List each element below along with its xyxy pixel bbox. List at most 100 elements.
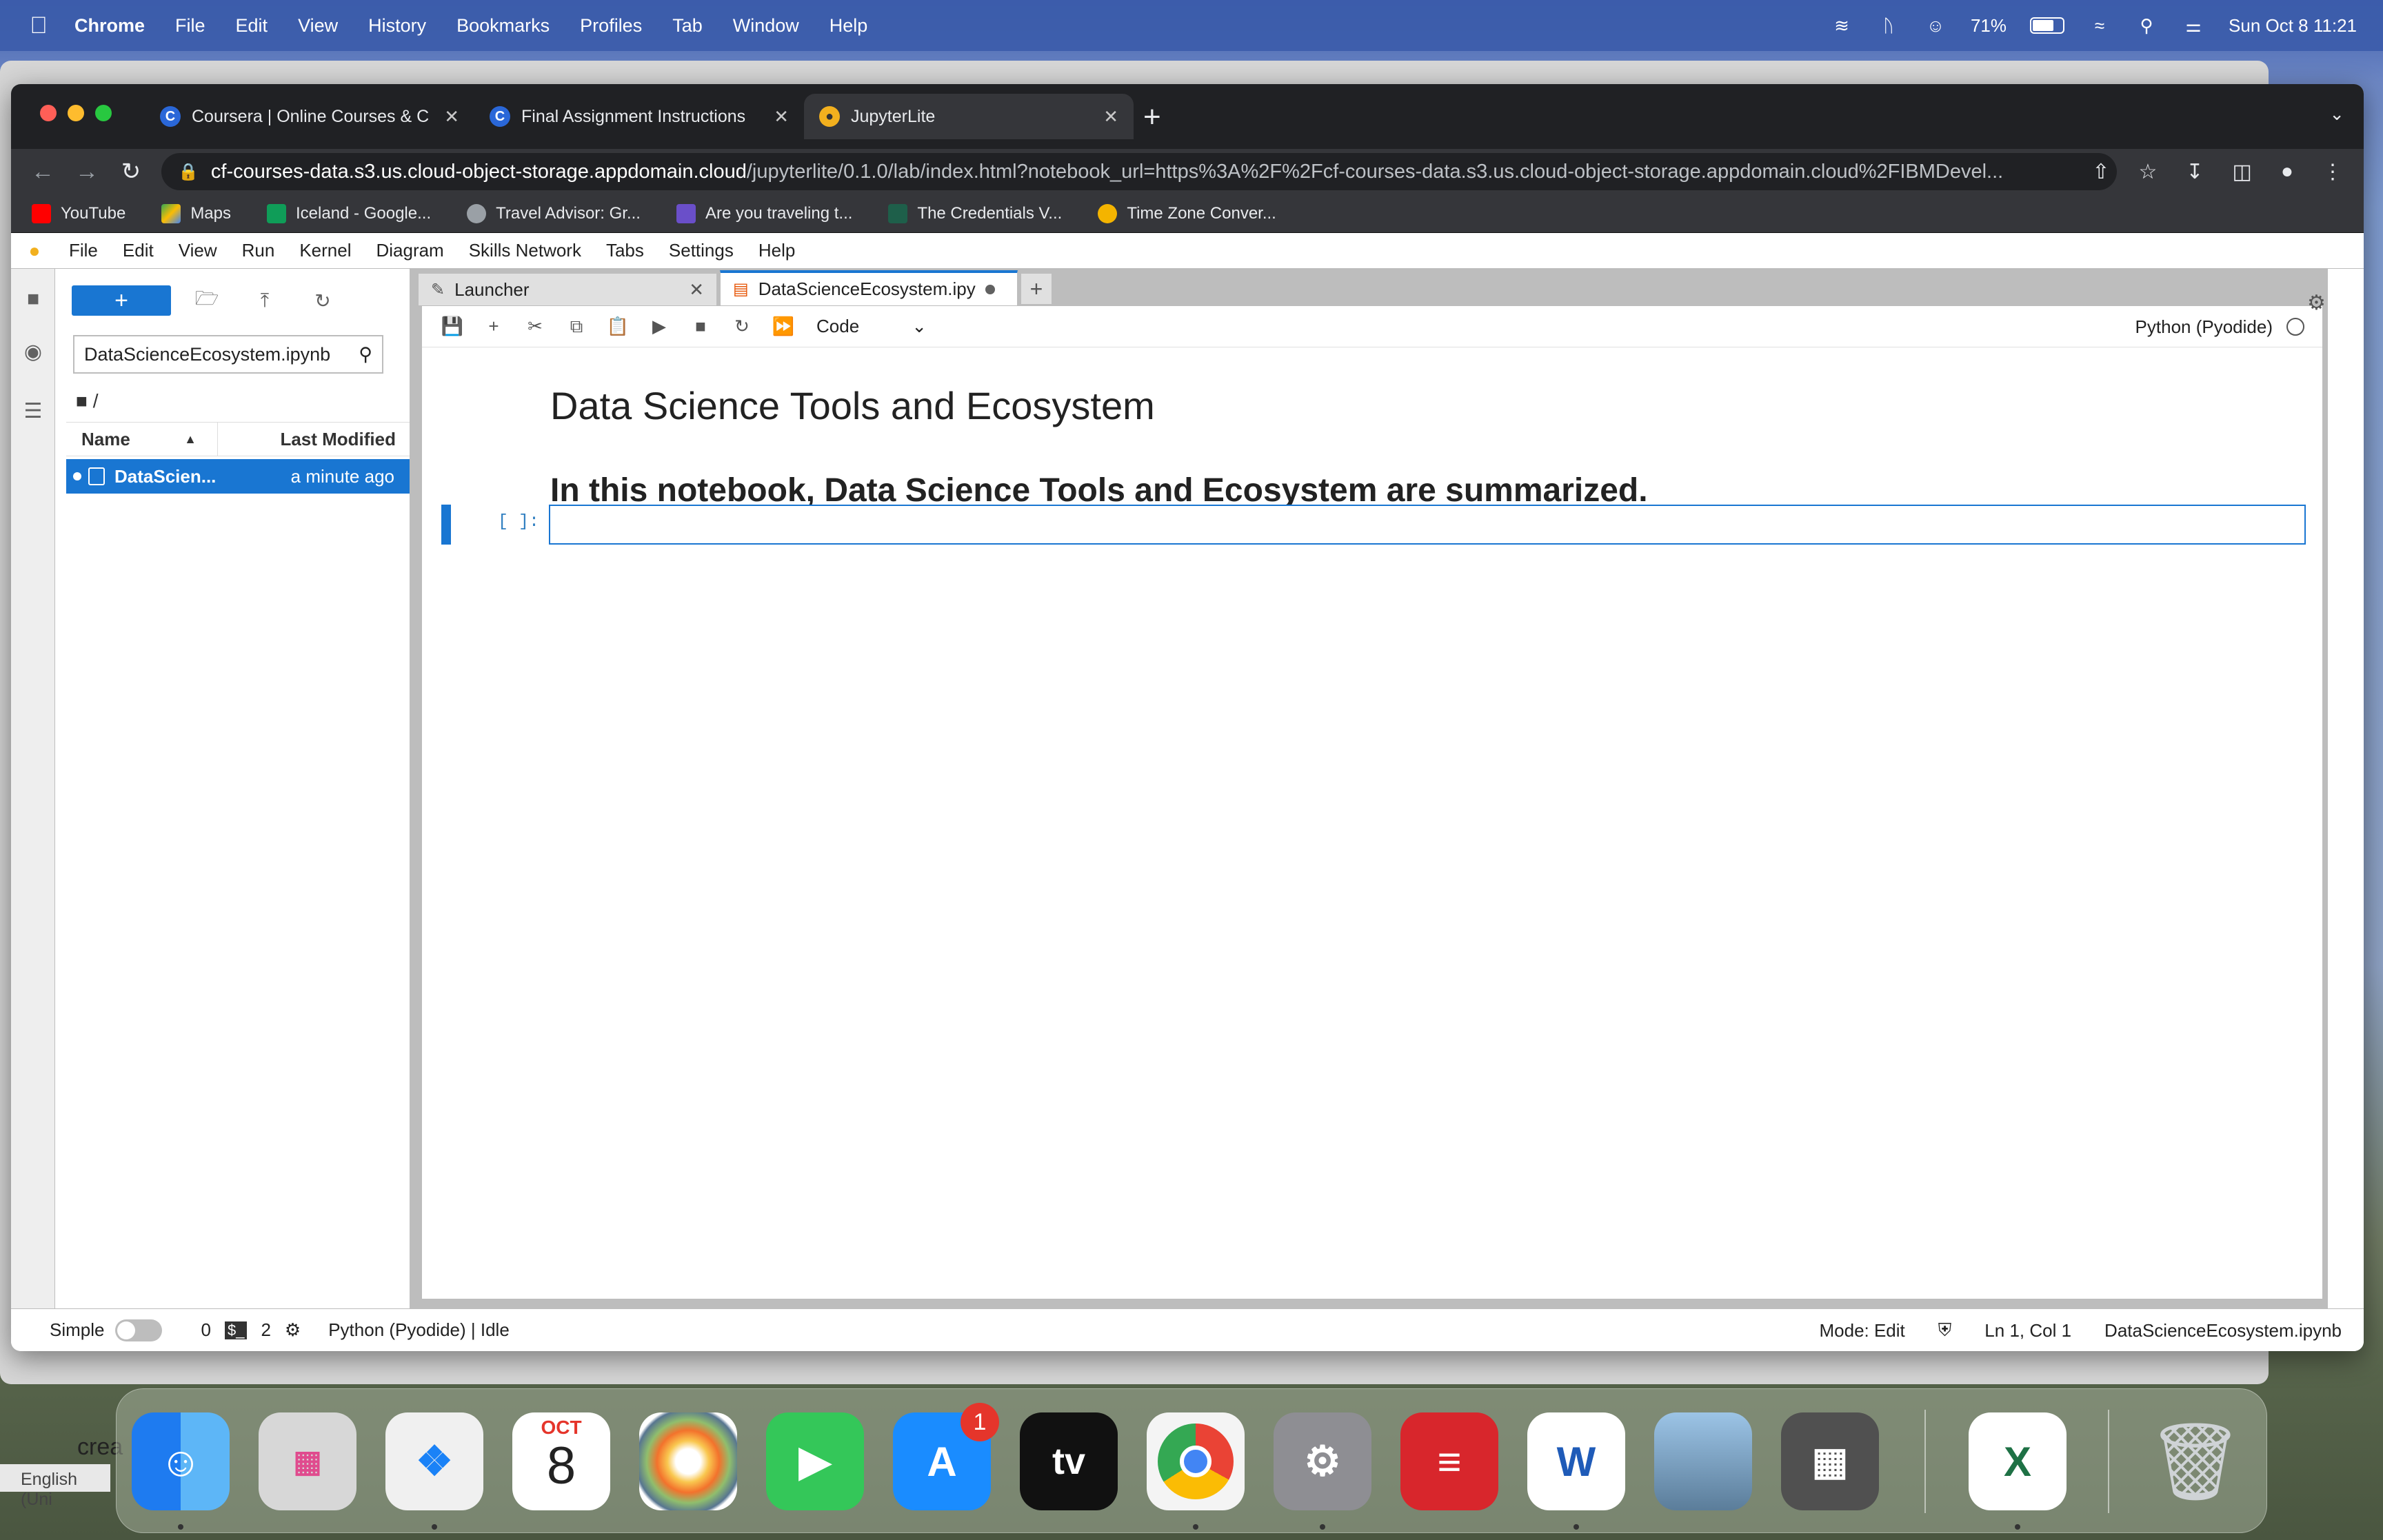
jmenu-settings[interactable]: Settings <box>669 240 734 261</box>
jmenu-skills-network[interactable]: Skills Network <box>469 240 581 261</box>
refresh-icon[interactable]: ↻ <box>309 287 336 314</box>
bookmark-credentials[interactable]: The Credentials V... <box>888 203 1062 223</box>
add-tab-icon[interactable]: + <box>1020 273 1052 305</box>
system-settings-icon[interactable]: ⚙ <box>1274 1412 1371 1510</box>
cell-type-select[interactable]: Code ⌄ <box>816 316 927 337</box>
cut-icon[interactable]: ✂ <box>514 312 556 342</box>
breadcrumb[interactable]: ■ / <box>76 390 98 412</box>
menu-tab[interactable]: Tab <box>672 15 703 37</box>
folder-icon[interactable]: ■ <box>19 285 47 313</box>
save-icon[interactable]: 💾 <box>432 312 473 342</box>
close-tab-icon[interactable]: ✕ <box>774 106 789 128</box>
doc-tab-notebook[interactable]: ▤ DataScienceEcosystem.ipy <box>720 270 1018 306</box>
cursor-position[interactable]: Ln 1, Col 1 <box>1984 1320 2071 1341</box>
insert-cell-icon[interactable]: + <box>473 312 514 342</box>
minimize-window-button[interactable] <box>68 105 84 121</box>
forward-icon[interactable]: → <box>73 158 101 185</box>
restart-icon[interactable]: ↻ <box>721 312 763 342</box>
fast-forward-icon[interactable]: ⏩ <box>763 312 804 342</box>
file-filter-input[interactable]: DataScienceEcosystem.ipynb ⚲ <box>73 335 383 374</box>
photos-icon[interactable] <box>639 1412 737 1510</box>
download-icon[interactable]: ↧ <box>2186 160 2203 184</box>
property-inspector-gear-icon[interactable]: ⚙ <box>2307 291 2335 318</box>
kernel-name[interactable]: Python (Pyodide) <box>2135 316 2273 338</box>
menu-file[interactable]: File <box>175 15 205 37</box>
terminal-count[interactable]: 2 <box>261 1319 270 1341</box>
new-folder-icon[interactable]: 🗁 <box>193 287 221 314</box>
battery-icon[interactable] <box>2030 17 2065 34</box>
bookmark-iceland[interactable]: Iceland - Google... <box>267 203 431 223</box>
facetime-icon[interactable]: ▶ <box>766 1412 864 1510</box>
menu-profiles[interactable]: Profiles <box>580 15 642 37</box>
menu-view[interactable]: View <box>298 15 338 37</box>
side-panel-icon[interactable]: ◫ <box>2233 160 2252 184</box>
menu-window[interactable]: Window <box>733 15 799 37</box>
table-of-contents-icon[interactable]: ☰ <box>19 397 47 425</box>
control-center-icon[interactable]: ⚌ <box>2182 14 2205 37</box>
kernel-status[interactable]: Python (Pyodide) | Idle <box>328 1319 510 1341</box>
reload-icon[interactable]: ↻ <box>117 158 145 185</box>
bluetooth-icon[interactable]: ᚢ <box>1877 14 1900 37</box>
menubar-clock[interactable]: Sun Oct 8 11:21 <box>2229 15 2357 37</box>
markdown-heading-1[interactable]: Data Science Tools and Ecosystem <box>550 383 1155 428</box>
close-tab-icon[interactable]: ✕ <box>444 106 459 128</box>
jmenu-kernel[interactable]: Kernel <box>299 240 351 261</box>
jmenu-run[interactable]: Run <box>242 240 275 261</box>
jmenu-edit[interactable]: Edit <box>123 240 154 261</box>
close-tab-icon[interactable]: ✕ <box>1103 106 1118 128</box>
menu-bookmarks[interactable]: Bookmarks <box>456 15 550 37</box>
code-cell-input[interactable] <box>549 505 2306 545</box>
launchpad-icon[interactable]: ▦ <box>259 1412 356 1510</box>
user-icon[interactable]: ☺ <box>1924 14 1947 37</box>
browser-tab-assignment[interactable]: C Final Assignment Instructions ✕ <box>474 94 804 139</box>
bookmark-traveling[interactable]: Are you traveling t... <box>676 203 852 223</box>
preview-icon[interactable] <box>1654 1412 1752 1510</box>
address-bar[interactable]: 🔒 cf-courses-data.s3.us.cloud-object-sto… <box>161 153 2117 190</box>
chrome-menu-icon[interactable]: ⋮ <box>2322 160 2343 184</box>
copy-icon[interactable]: ⧉ <box>556 312 597 342</box>
calculator-icon[interactable]: ▦ <box>1781 1412 1879 1510</box>
trash-icon[interactable]: 🗑 <box>2146 1412 2244 1510</box>
spotlight-search-icon[interactable]: ⚲ <box>2135 14 2158 37</box>
simple-mode-toggle[interactable] <box>115 1319 163 1341</box>
jmenu-diagram[interactable]: Diagram <box>376 240 443 261</box>
finder-icon[interactable]: ☺ <box>132 1412 230 1510</box>
column-last-modified[interactable]: Last Modified <box>218 429 410 450</box>
jmenu-view[interactable]: View <box>179 240 217 261</box>
safari-icon[interactable]: ❖ <box>385 1412 483 1510</box>
zoom-window-button[interactable] <box>95 105 112 121</box>
kernel-indicator[interactable]: Python (Pyodide) <box>2135 306 2304 347</box>
app-store-icon[interactable]: A1 <box>893 1403 999 1510</box>
browser-tab-coursera[interactable]: C Coursera | Online Courses & C ✕ <box>145 94 474 139</box>
close-window-button[interactable] <box>40 105 57 121</box>
new-launcher-button[interactable]: + <box>72 285 171 316</box>
markdown-heading-2[interactable]: In this notebook, Data Science Tools and… <box>550 472 1648 509</box>
menu-history[interactable]: History <box>368 15 426 37</box>
run-icon[interactable]: ▶ <box>639 312 680 342</box>
browser-tab-jupyterlite[interactable]: ● JupyterLite ✕ <box>804 94 1134 139</box>
lock-icon[interactable]: 🔒 <box>178 162 199 182</box>
wifi-icon[interactable]: ≈ <box>2088 14 2111 37</box>
doc-tab-launcher[interactable]: ✎ Launcher ✕ <box>418 273 717 306</box>
bookmark-travel-advisor[interactable]: Travel Advisor: Gr... <box>467 203 641 223</box>
kernel-count[interactable]: 0 <box>201 1319 210 1341</box>
tab-search-icon[interactable]: ⌄ <box>2329 103 2344 125</box>
bookmark-youtube[interactable]: YouTube <box>32 203 125 223</box>
jmenu-file[interactable]: File <box>69 240 98 261</box>
apple-icon[interactable]:  <box>26 12 51 39</box>
profile-icon[interactable]: ● <box>2281 160 2293 183</box>
back-icon[interactable]: ← <box>29 158 57 185</box>
unsaved-dot-icon[interactable] <box>985 284 995 294</box>
bookmark-time-zone[interactable]: Time Zone Conver... <box>1098 203 1276 223</box>
microsoft-word-icon[interactable]: W <box>1527 1412 1625 1510</box>
calendar-icon[interactable]: OCT 8 <box>512 1412 610 1510</box>
active-cell-marker[interactable] <box>441 505 451 545</box>
close-tab-icon[interactable]: ✕ <box>689 279 704 301</box>
new-tab-button[interactable]: + <box>1143 102 1161 132</box>
weather-icon[interactable]: ≋ <box>1830 14 1853 37</box>
bookmark-star-icon[interactable]: ☆ <box>2138 160 2157 184</box>
stop-icon[interactable]: ■ <box>680 312 721 342</box>
bookmark-maps[interactable]: Maps <box>161 203 231 223</box>
file-row[interactable]: DataScien... a minute ago <box>66 459 410 494</box>
upload-icon[interactable]: ⤒ <box>251 287 279 314</box>
